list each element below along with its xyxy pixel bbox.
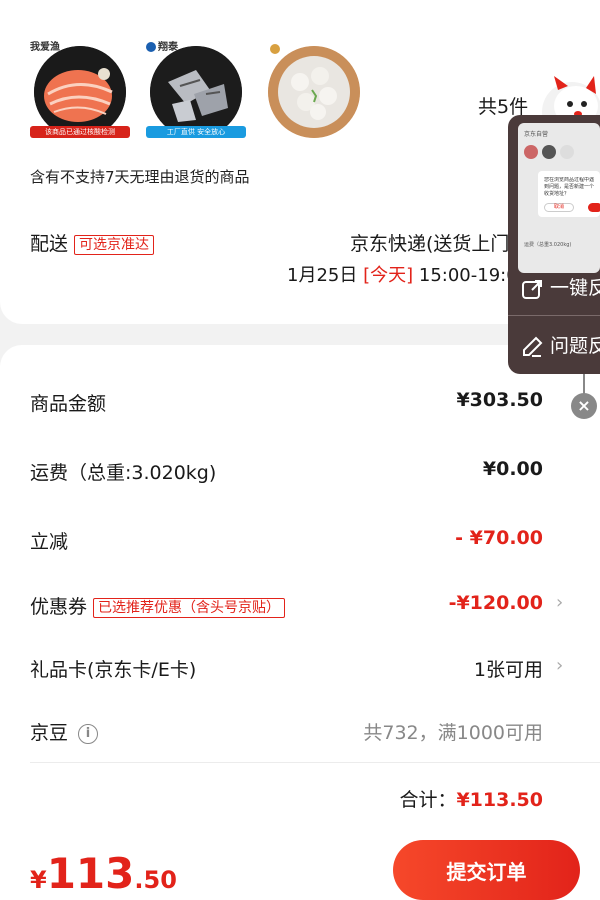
brand-badge-icon [268,42,282,56]
panel-close-stem [583,374,585,394]
discount-label: 立减 [30,531,69,553]
shot-dialog: 您在浏览商品过程中遇到问题，是否新建一个收货地址？ 取消 [538,171,600,217]
shot-confirm [588,203,600,212]
product-thumb-fish[interactable]: 翔泰 工厂直供 安全放心 [146,38,246,138]
jingdou-row: 京豆 i [30,718,99,745]
goods-amount-value: ¥303.50 [456,389,543,411]
gift-card-label[interactable]: 礼品卡(京东卡/E卡) [30,655,196,682]
edit-icon [523,336,543,357]
delivery-tag[interactable]: 可选京准达 [74,234,155,255]
brand-logo-text: 翔泰 [146,38,178,53]
coupon-label: 优惠券 [30,596,88,618]
product-band: 工厂直供 安全放心 [146,126,246,138]
total-value: ¥113.50 [456,789,543,811]
goods-amount-label: 商品金额 [30,393,107,415]
chevron-right-icon[interactable]: › [556,592,563,613]
info-icon[interactable]: i [78,723,99,744]
share-icon [522,279,542,299]
coupon-tag: 已选推荐优惠（含头号京贴） [93,597,286,618]
gift-card-value[interactable]: 1张可用 [474,655,543,682]
fish-image [150,46,242,138]
coupon-value[interactable]: -¥120.00 [449,592,543,614]
shrimp-image [268,46,360,138]
discount-value: - ¥70.00 [455,527,543,549]
total-label: 合计： [399,789,457,811]
return-policy-note: 含有不支持7天无理由退货的商品 [30,168,250,186]
shot-cancel: 取消 [544,203,574,212]
price-integer: 113 [46,849,135,898]
close-icon[interactable]: × [571,393,597,419]
panel-divider [508,315,600,316]
delivery-row[interactable]: 配送 可选京准达 [30,229,155,256]
panel-screenshot-thumbnail[interactable]: 京东自营 您在浏览商品过程中遇到问题，是否新建一个收货地址？ 取消 运费（总重3… [518,123,600,273]
salmon-image [34,46,126,138]
submit-order-button[interactable]: 提交订单 [393,840,580,900]
problem-feedback[interactable]: 问题反馈 [520,331,600,359]
shipping-value: ¥0.00 [482,458,543,480]
problem-feedback-label: 问题反馈 [550,335,600,357]
delivery-time[interactable]: 1月25日 [今天] 15:00-19:00 [287,261,529,287]
shipping-label: 运费（总重:3.020kg) [30,462,217,484]
jingdou-value: 共732，满1000可用 [363,722,543,744]
brand-logo-text: 我爱渔 [30,42,60,53]
delivery-today: [今天] [363,265,414,286]
shot-thumb [560,145,574,159]
chevron-right-icon[interactable]: › [556,655,563,676]
coupon-row[interactable]: 优惠券 已选推荐优惠（含头号京贴） [30,592,286,619]
product-band: 该商品已通过核酸检测 [30,126,130,138]
shot-weight: 运费（总重3.020kg) [524,242,572,248]
checkout-bar: ¥113.50 提交订单 [0,835,600,900]
jingdou-label: 京豆 [30,722,69,744]
price-currency: ¥ [30,866,47,894]
product-thumb-shrimp[interactable] [264,38,364,138]
shot-thumb [524,145,538,159]
shot-dialog-text: 您在浏览商品过程中遇到问题，是否新建一个收货地址？ [544,177,595,197]
delivery-date: 1月25日 [287,265,358,286]
shot-title: 京东自营 [524,131,549,138]
one-click-feedback[interactable]: 一键反馈 [520,273,600,301]
product-thumb-salmon[interactable]: 我爱渔 该商品已通过核酸检测 [30,38,130,138]
shot-thumb [542,145,556,159]
total-row: 合计：¥113.50 [399,785,543,812]
payable-price: ¥113.50 [30,849,177,898]
delivery-label: 配送 [30,233,69,255]
price-decimal: .50 [134,866,177,894]
feedback-panel: 京东自营 您在浏览商品过程中遇到问题，是否新建一个收货地址？ 取消 运费（总重3… [508,115,600,374]
one-click-feedback-label: 一键反馈 [550,277,600,299]
delivery-carrier[interactable]: 京东快递(送货上门) [350,229,517,256]
divider [30,762,600,763]
